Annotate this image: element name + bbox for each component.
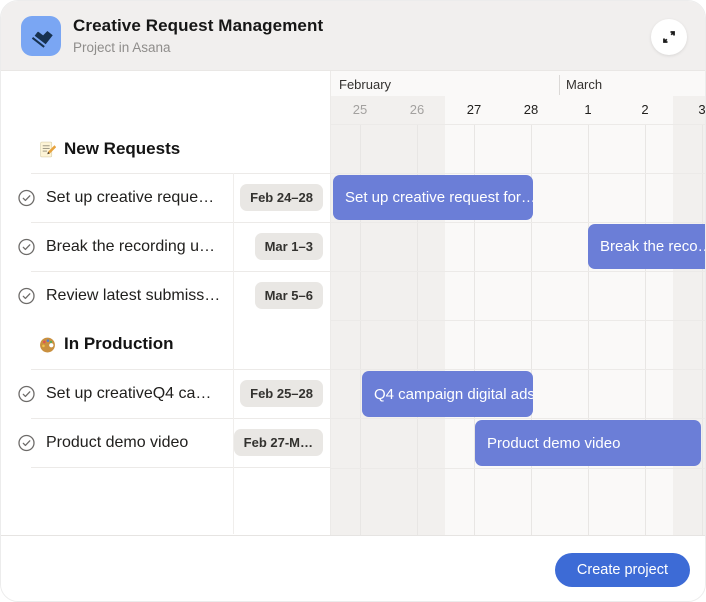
gantt-bar[interactable]: Break the reco…	[588, 224, 706, 269]
expand-button[interactable]	[651, 19, 687, 55]
date-badge: Feb 24–28	[240, 184, 323, 211]
check-circle-icon[interactable]	[18, 287, 35, 304]
grid-line	[645, 124, 646, 535]
day-header-1: 1	[560, 96, 616, 124]
row-line	[331, 173, 706, 174]
sneaker-icon	[28, 23, 54, 49]
check-circle-icon[interactable]	[18, 385, 35, 402]
page-title: Creative Request Management	[73, 16, 323, 36]
project-card: Creative Request Management Project in A…	[0, 0, 706, 602]
row-line	[331, 124, 706, 125]
weekend-shading	[331, 96, 445, 535]
day-header-27: 27	[446, 96, 502, 124]
check-circle-icon[interactable]	[18, 189, 35, 206]
task-row[interactable]: Review latest submiss… Mar 5–6	[1, 271, 331, 320]
section-title: New Requests	[64, 139, 180, 159]
section-title: In Production	[64, 334, 174, 354]
row-line	[331, 369, 706, 370]
day-header-28: 28	[503, 96, 559, 124]
task-name: Product demo video	[46, 434, 188, 452]
create-project-button[interactable]: Create project	[555, 553, 690, 587]
task-row[interactable]: Set up creative reque… Feb 24–28	[1, 173, 331, 222]
section-header-new-requests: New Requests	[1, 125, 331, 173]
row-line	[331, 468, 706, 469]
footer-bar: Create project	[1, 535, 706, 602]
day-header-26: 26	[389, 96, 445, 124]
row-line	[331, 271, 706, 272]
row-separator	[31, 467, 330, 468]
task-row[interactable]: Break the recording u… Mar 1–3	[1, 222, 331, 271]
date-badge: Mar 5–6	[255, 282, 323, 309]
check-circle-icon[interactable]	[18, 238, 35, 255]
header-bar: Creative Request Management Project in A…	[1, 1, 706, 71]
month-divider	[559, 75, 560, 95]
date-badge: Mar 1–3	[255, 233, 323, 260]
day-header-2: 2	[617, 96, 673, 124]
month-label-march: March	[566, 77, 602, 92]
task-list-pane: New Requests Set up creative reque… Feb …	[1, 71, 331, 535]
month-label-february: February	[339, 77, 391, 92]
page-subtitle: Project in Asana	[73, 40, 171, 55]
task-row[interactable]: Set up creativeQ4 ca… Feb 25–28	[1, 369, 331, 418]
gantt-bar[interactable]: Product demo video	[475, 420, 701, 466]
row-line	[331, 418, 706, 419]
check-circle-icon[interactable]	[18, 434, 35, 451]
task-name: Set up creativeQ4 ca…	[46, 385, 211, 403]
date-badge: Feb 25–28	[240, 380, 323, 407]
row-line	[331, 222, 706, 223]
main-area: February March 25 26 27 28 1 2 3 Set up …	[1, 71, 706, 535]
day-header-25: 25	[332, 96, 388, 124]
task-name: Break the recording u…	[46, 238, 215, 256]
app-tile	[21, 16, 61, 56]
row-line	[331, 320, 706, 321]
gantt-bar[interactable]: Q4 campaign digital ads	[362, 371, 533, 417]
date-badge: Feb 27-M…	[234, 429, 323, 456]
task-row[interactable]: Product demo video Feb 27-M…	[1, 418, 331, 467]
memo-icon	[39, 141, 56, 158]
grid-line	[588, 124, 589, 535]
task-name: Review latest submiss…	[46, 287, 220, 305]
expand-icon	[661, 29, 677, 45]
palette-icon	[39, 336, 56, 353]
timeline-pane: February March 25 26 27 28 1 2 3 Set up …	[331, 71, 706, 535]
day-header-3: 3	[674, 96, 706, 124]
task-name: Set up creative reque…	[46, 189, 214, 207]
grid-line	[702, 124, 703, 535]
section-header-in-production: In Production	[1, 320, 331, 368]
gantt-bar[interactable]: Set up creative request for…	[333, 175, 533, 220]
